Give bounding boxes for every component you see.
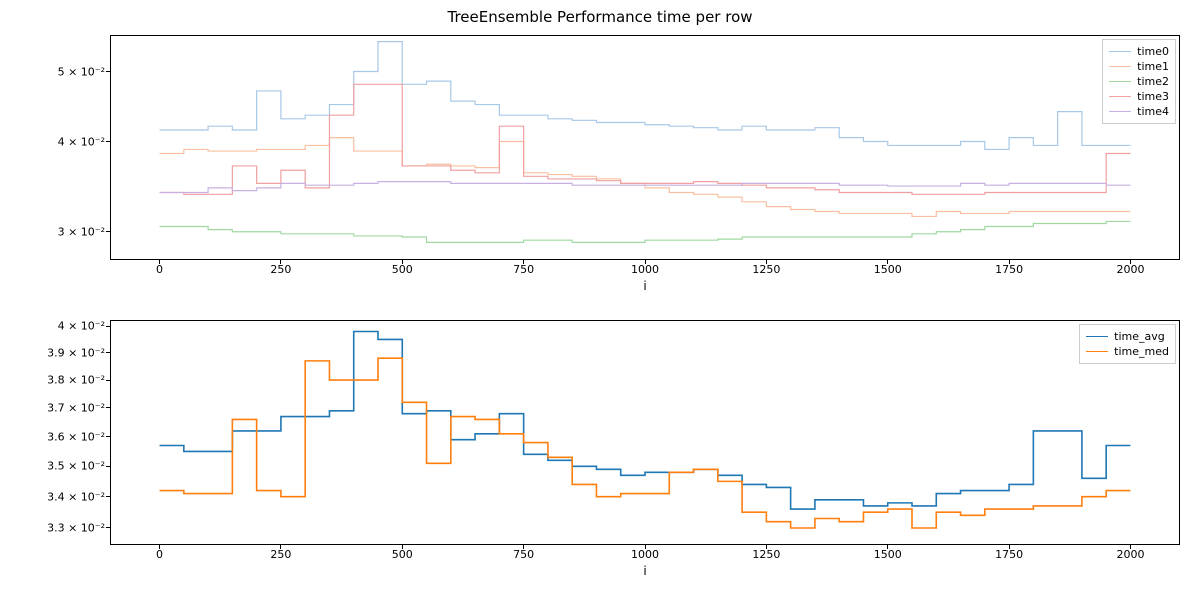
legend-entry-time1: time1 [1109,59,1169,74]
legend-swatch-time0 [1109,51,1131,52]
legend-swatch-time3 [1109,96,1131,97]
legend-entry-time3: time3 [1109,89,1169,104]
legend-label: time0 [1137,44,1169,59]
axes-top: time0time1time2time3time4 i 3 × 10⁻²4 × … [110,35,1180,260]
legend-entry-time_avg: time_avg [1086,329,1169,344]
plot-top [111,36,1179,259]
legend-swatch-time_avg [1086,336,1108,337]
ytick-label: 4 × 10⁻² [58,135,111,148]
figure-title: TreeEnsemble Performance time per row [0,8,1200,26]
figure: TreeEnsemble Performance time per row ti… [0,0,1200,600]
legend-swatch-time_med [1086,351,1108,352]
series-time0 [160,42,1131,150]
legend-swatch-time4 [1109,111,1131,112]
legend-swatch-time2 [1109,81,1131,82]
ytick-label: 3.4 × 10⁻² [47,490,111,503]
axes-bottom: time_avgtime_med i 3.3 × 10⁻²3.4 × 10⁻²3… [110,320,1180,545]
series-time3 [160,84,1131,194]
ytick-label: 3 × 10⁻² [58,225,111,238]
legend-swatch-time1 [1109,66,1131,67]
legend-label: time2 [1137,74,1169,89]
ytick-label: 3.8 × 10⁻² [47,374,111,387]
ytick-label: 3.6 × 10⁻² [47,430,111,443]
legend-top: time0time1time2time3time4 [1102,39,1176,124]
legend-entry-time2: time2 [1109,74,1169,89]
ytick-label: 3.9 × 10⁻² [47,346,111,359]
series-time2 [160,221,1131,242]
ytick-label: 3.7 × 10⁻² [47,401,111,414]
legend-entry-time_med: time_med [1086,344,1169,359]
legend-entry-time4: time4 [1109,104,1169,119]
ytick-label: 5 × 10⁻² [58,65,111,78]
plot-bottom [111,321,1179,544]
legend-entry-time0: time0 [1109,44,1169,59]
series-time_med [160,358,1131,528]
legend-label: time_med [1114,344,1169,359]
legend-label: time3 [1137,89,1169,104]
legend-label: time4 [1137,104,1169,119]
ytick-label: 3.3 × 10⁻² [47,521,111,534]
legend-bottom: time_avgtime_med [1079,324,1176,364]
ytick-label: 4 × 10⁻² [58,320,111,333]
legend-label: time1 [1137,59,1169,74]
ytick-label: 3.5 × 10⁻² [47,460,111,473]
legend-label: time_avg [1114,329,1165,344]
